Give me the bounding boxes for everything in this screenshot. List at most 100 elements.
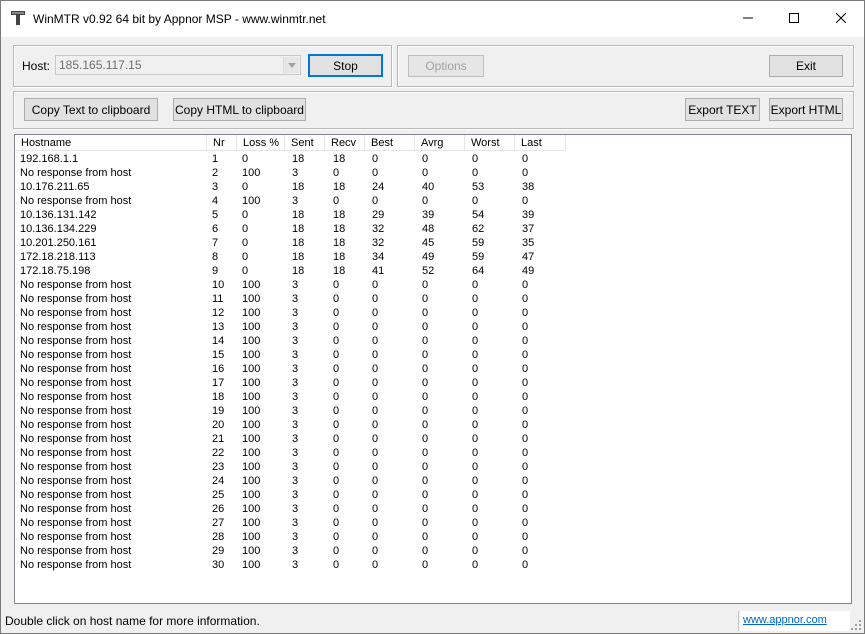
maximize-button[interactable]	[771, 1, 817, 37]
cell-best: 0	[372, 391, 379, 403]
stop-button[interactable]: Stop	[308, 54, 383, 77]
exit-button[interactable]: Exit	[769, 55, 843, 77]
cell-hostname: No response from host	[20, 531, 132, 543]
cell-worst: 0	[472, 363, 479, 375]
cell-best: 0	[372, 279, 379, 291]
cell-nr: 28	[212, 531, 225, 543]
cell-avrg: 0	[422, 349, 429, 361]
status-divider	[738, 611, 739, 631]
host-combobox[interactable]: 185.165.117.15	[55, 55, 301, 75]
column-header-last[interactable]: Last	[515, 135, 566, 150]
column-header-recv[interactable]: Recv	[325, 135, 365, 150]
cell-hostname: No response from host	[20, 307, 132, 319]
cell-last: 0	[522, 349, 529, 361]
cell-best: 0	[372, 405, 379, 417]
cell-recv: 0	[333, 517, 340, 529]
cell-recv: 0	[333, 405, 340, 417]
cell-worst: 0	[472, 195, 479, 207]
resize-grip-icon[interactable]	[850, 619, 862, 631]
cell-worst: 0	[472, 461, 479, 473]
cell-hostname: No response from host	[20, 279, 132, 291]
chevron-down-icon[interactable]	[283, 57, 299, 73]
status-link-panel: www.appnor.com	[740, 611, 850, 631]
cell-worst: 0	[472, 447, 479, 459]
export-html-button[interactable]: Export HTML	[769, 98, 843, 121]
cell-last: 39	[522, 209, 535, 221]
cell-worst: 0	[472, 335, 479, 347]
cell-best: 41	[372, 265, 385, 277]
cell-sent: 3	[292, 195, 299, 207]
export-text-button[interactable]: Export TEXT	[685, 98, 760, 121]
status-bar: Double click on host name for more infor…	[1, 608, 864, 633]
cell-best: 0	[372, 559, 379, 571]
cell-recv: 0	[333, 391, 340, 403]
cell-avrg: 0	[422, 377, 429, 389]
host-value: 185.165.117.15	[59, 58, 142, 72]
cell-last: 38	[522, 181, 535, 193]
cell-loss: 100	[242, 377, 261, 389]
cell-recv: 0	[333, 447, 340, 459]
cell-avrg: 0	[422, 475, 429, 487]
cell-loss: 0	[242, 251, 249, 263]
cell-sent: 3	[292, 363, 299, 375]
copy-html-button[interactable]: Copy HTML to clipboard	[173, 98, 306, 121]
cell-loss: 100	[242, 461, 261, 473]
close-button[interactable]	[818, 1, 864, 37]
options-button[interactable]: Options	[408, 55, 484, 77]
column-header-hostname[interactable]: Hostname	[15, 135, 207, 150]
cell-recv: 0	[333, 503, 340, 515]
cell-avrg: 52	[422, 265, 435, 277]
cell-nr: 4	[212, 195, 219, 207]
cell-nr: 21	[212, 433, 225, 445]
cell-avrg: 0	[422, 545, 429, 557]
cell-recv: 0	[333, 545, 340, 557]
column-header-avrg[interactable]: Avrg	[415, 135, 465, 150]
cell-nr: 8	[212, 251, 219, 263]
cell-sent: 3	[292, 279, 299, 291]
cell-loss: 100	[242, 321, 261, 333]
cell-loss: 100	[242, 167, 261, 179]
cell-recv: 0	[333, 559, 340, 571]
cell-hostname: No response from host	[20, 195, 132, 207]
cell-nr: 27	[212, 517, 225, 529]
cell-worst: 0	[472, 503, 479, 515]
cell-recv: 18	[333, 251, 346, 263]
cell-loss: 100	[242, 307, 261, 319]
copy-text-button[interactable]: Copy Text to clipboard	[24, 98, 158, 121]
cell-hostname: No response from host	[20, 405, 132, 417]
cell-nr: 15	[212, 349, 225, 361]
column-header-sent[interactable]: Sent	[285, 135, 325, 150]
cell-worst: 0	[472, 307, 479, 319]
cell-sent: 3	[292, 461, 299, 473]
cell-best: 34	[372, 251, 385, 263]
cell-recv: 0	[333, 167, 340, 179]
column-header-worst[interactable]: Worst	[465, 135, 515, 150]
minimize-button[interactable]	[725, 1, 771, 37]
cell-loss: 0	[242, 153, 249, 165]
maximize-icon	[789, 12, 799, 26]
cell-worst: 59	[472, 237, 485, 249]
appnor-link[interactable]: www.appnor.com	[743, 614, 827, 626]
cell-sent: 3	[292, 503, 299, 515]
results-table[interactable]: Hostname Nr Loss % Sent Recv Best Avrg W…	[14, 134, 852, 604]
cell-avrg: 0	[422, 335, 429, 347]
cell-sent: 18	[292, 251, 305, 263]
cell-loss: 100	[242, 531, 261, 543]
cell-worst: 0	[472, 559, 479, 571]
column-header-loss[interactable]: Loss %	[237, 135, 285, 150]
cell-worst: 54	[472, 209, 485, 221]
cell-sent: 3	[292, 419, 299, 431]
cell-loss: 0	[242, 181, 249, 193]
title-bar[interactable]: WinMTR v0.92 64 bit by Appnor MSP - www.…	[1, 1, 864, 37]
cell-nr: 5	[212, 209, 219, 221]
column-header-nr[interactable]: Nr	[207, 135, 237, 150]
cell-last: 49	[522, 265, 535, 277]
cell-last: 0	[522, 531, 529, 543]
cell-avrg: 0	[422, 503, 429, 515]
column-header-best[interactable]: Best	[365, 135, 415, 150]
cell-worst: 0	[472, 293, 479, 305]
cell-last: 0	[522, 461, 529, 473]
cell-worst: 0	[472, 279, 479, 291]
cell-loss: 100	[242, 489, 261, 501]
cell-worst: 64	[472, 265, 485, 277]
